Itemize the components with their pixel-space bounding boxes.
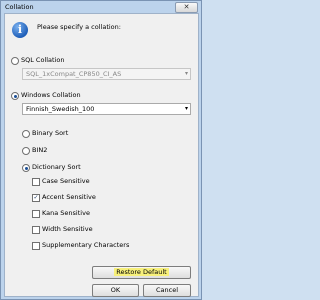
- supplementary-characters-checkbox[interactable]: [32, 242, 40, 250]
- prompt-text: Please specify a collation:: [37, 23, 121, 31]
- windows-collation-value: Finnish_Swedish_100: [26, 105, 95, 113]
- windows-collation-combo[interactable]: Finnish_Swedish_100 ▾: [22, 103, 191, 115]
- check-icon: ✓: [33, 194, 39, 201]
- dictionary-sort-label[interactable]: Dictionary Sort: [32, 163, 81, 171]
- kana-sensitive-checkbox[interactable]: [32, 210, 40, 218]
- windows-collation-radio[interactable]: [11, 92, 19, 100]
- ok-label: OK: [110, 286, 121, 294]
- restore-default-button[interactable]: Restore Default: [92, 266, 191, 279]
- accent-sensitive-label[interactable]: Accent Sensitive: [42, 193, 96, 201]
- cancel-label: Cancel: [155, 286, 179, 294]
- sql-collation-value: SQL_1xCompat_CP850_CI_AS: [26, 70, 122, 78]
- title-bar: Collation ✕: [1, 1, 201, 13]
- info-icon: i: [12, 22, 28, 38]
- supplementary-characters-label[interactable]: Supplementary Characters: [42, 241, 129, 249]
- window-title: Collation: [5, 3, 34, 11]
- windows-collation-label[interactable]: Windows Collation: [21, 91, 81, 99]
- cancel-button[interactable]: Cancel: [143, 284, 191, 297]
- dialog-body: i Please specify a collation: SQL Collat…: [4, 13, 199, 297]
- case-sensitive-label[interactable]: Case Sensitive: [42, 177, 90, 185]
- dictionary-sort-radio[interactable]: [22, 164, 30, 172]
- bin2-radio[interactable]: [22, 147, 30, 155]
- binary-sort-label[interactable]: Binary Sort: [32, 129, 68, 137]
- ok-button[interactable]: OK: [92, 284, 139, 297]
- collation-dialog: Collation ✕ i Please specify a collation…: [0, 0, 202, 300]
- kana-sensitive-label[interactable]: Kana Sensitive: [42, 209, 90, 217]
- sql-collation-label[interactable]: SQL Collation: [21, 56, 65, 64]
- sql-collation-combo[interactable]: SQL_1xCompat_CP850_CI_AS ▾: [22, 68, 191, 80]
- close-icon: ✕: [183, 3, 190, 11]
- binary-sort-radio[interactable]: [22, 130, 30, 138]
- sql-collation-radio[interactable]: [11, 57, 19, 65]
- width-sensitive-label[interactable]: Width Sensitive: [42, 225, 93, 233]
- accent-sensitive-checkbox[interactable]: ✓: [32, 194, 40, 202]
- width-sensitive-checkbox[interactable]: [32, 226, 40, 234]
- chevron-down-icon: ▾: [184, 70, 188, 77]
- close-button[interactable]: ✕: [175, 2, 198, 13]
- bin2-label[interactable]: BIN2: [32, 146, 47, 154]
- restore-default-label: Restore Default: [114, 268, 169, 276]
- case-sensitive-checkbox[interactable]: [32, 178, 40, 186]
- chevron-down-icon: ▾: [184, 105, 188, 112]
